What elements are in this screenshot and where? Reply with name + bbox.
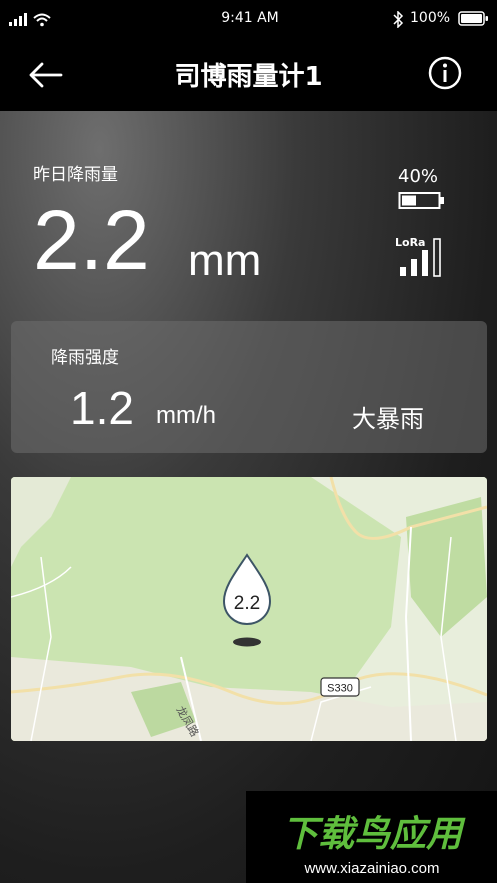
road-badge-text: S330 [327, 683, 353, 695]
intensity-level: 大暴雨 [352, 405, 424, 433]
bluetooth-icon [393, 11, 404, 28]
marker-shadow [233, 637, 261, 647]
cellular-wifi-icon [9, 13, 51, 27]
intensity-value: 1.2 [70, 382, 134, 434]
watermark-brand: 下载鸟应用 [281, 814, 462, 855]
intensity-label: 降雨强度 [51, 348, 119, 368]
device-battery-icon [398, 192, 444, 209]
device-battery-percent: 40% [398, 166, 439, 187]
marker-value: 2.2 [234, 593, 260, 614]
watermark-url: www.xiazainiao.com [304, 860, 440, 877]
back-arrow-icon[interactable] [28, 61, 64, 89]
phone-battery-icon [458, 11, 488, 26]
info-icon[interactable] [427, 55, 463, 91]
map-view[interactable]: S330 龙凤路 2.2 [11, 477, 487, 741]
yesterday-rain-label: 昨日降雨量 [33, 165, 118, 185]
status-time: 9:41 AM [221, 10, 279, 26]
intensity-unit: mm/h [156, 402, 216, 429]
status-battery-percent: 100% [410, 10, 451, 26]
yesterday-rain-value: 2.2 [33, 193, 150, 287]
yesterday-rain-unit: mm [188, 236, 262, 285]
page-title: 司博雨量计1 [174, 62, 323, 92]
signal-strength-icon [400, 238, 441, 277]
map-canvas: S330 龙凤路 2.2 [11, 477, 487, 741]
